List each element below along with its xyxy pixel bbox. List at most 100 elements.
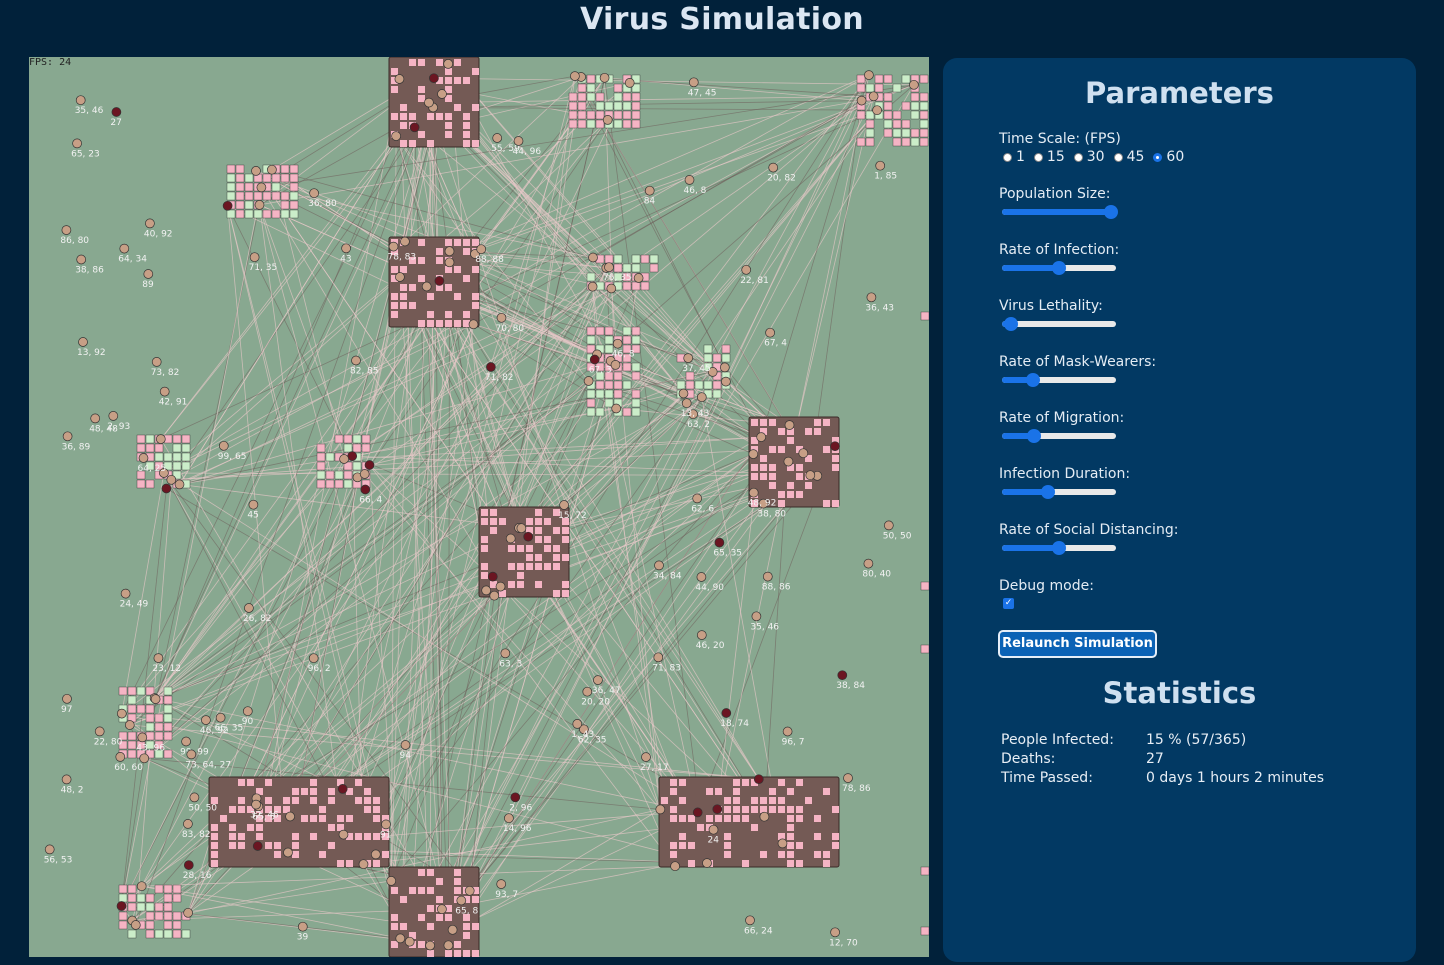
home-cell: [631, 398, 641, 408]
slider-thumb[interactable]: [1104, 205, 1119, 219]
building-cell: [823, 788, 830, 795]
person-debug-label: 36, 47: [592, 686, 621, 696]
building-cell: [265, 779, 272, 786]
building-cell: [760, 419, 767, 426]
parameter-slider[interactable]: [1002, 317, 1116, 331]
building-cell: [562, 581, 569, 588]
healthy-person: [748, 449, 759, 459]
simulation-canvas[interactable]: 67, 3 63, 2 48, 2 27, 17 35, 46 56, 53 46, 8 37…: [29, 57, 929, 957]
building-cell: [733, 797, 740, 804]
person: [242, 706, 253, 717]
relaunch-simulation-button[interactable]: Relaunch Simulation: [998, 630, 1157, 658]
connection-line: [615, 74, 870, 409]
home-cell: [145, 443, 155, 453]
home-cell: [694, 380, 704, 390]
home-cell: [883, 101, 893, 111]
time-scale-option-15[interactable]: 15: [1033, 149, 1065, 165]
healthy-person: [124, 720, 135, 730]
healthy-person: [395, 933, 406, 944]
slider-thumb[interactable]: [1040, 485, 1055, 499]
building-cell: [391, 914, 398, 921]
building-cell: [715, 815, 722, 822]
slider-thumb[interactable]: [1052, 541, 1066, 555]
time-scale-option-30[interactable]: 30: [1073, 149, 1105, 165]
radio-button[interactable]: [1003, 152, 1012, 162]
healthy-person: [633, 273, 644, 283]
building-cell: [238, 779, 245, 786]
person: [684, 175, 695, 185]
person: [559, 500, 569, 510]
radio-button[interactable]: [1073, 152, 1083, 162]
parameter-slider[interactable]: [1002, 485, 1116, 499]
parameter-slider[interactable]: [1002, 261, 1116, 275]
radio-button[interactable]: [1033, 152, 1043, 162]
building-cell: [760, 473, 767, 480]
debug-mode-checkbox[interactable]: ✓: [1003, 598, 1014, 609]
person: [78, 337, 88, 347]
parameter-slider[interactable]: [1002, 541, 1116, 555]
home-cell: [145, 929, 155, 939]
person: [644, 185, 655, 196]
radio-label: 1: [1016, 149, 1025, 165]
home-cell: [568, 101, 578, 111]
infected-person: [429, 73, 439, 84]
radio-button[interactable]: [1113, 152, 1123, 162]
building-cell: [823, 500, 830, 507]
time-scale-option-1[interactable]: 1: [1003, 149, 1025, 165]
building-cell: [787, 437, 794, 444]
healthy-person: [338, 829, 349, 840]
person: [351, 355, 361, 366]
home-cell: [865, 119, 875, 129]
healthy-person: [702, 858, 712, 868]
home-cell: [253, 191, 263, 201]
home-cell: [622, 362, 632, 372]
time-scale-option-45[interactable]: 45: [1113, 149, 1144, 165]
building-cell: [436, 59, 443, 66]
person-debug-label: 63, 2: [687, 420, 710, 430]
building-cell: [724, 833, 731, 840]
person-debug-label: 46, 20: [696, 641, 725, 651]
home-cell: [235, 164, 245, 174]
home-cell: [919, 137, 929, 147]
time-scale-option-60[interactable]: 60: [1153, 149, 1184, 165]
person-debug-label: 27, 17: [640, 763, 669, 773]
parameter-slider[interactable]: [1002, 429, 1116, 443]
building-cell: [445, 68, 452, 75]
home-cell: [172, 893, 182, 903]
parameter-slider[interactable]: [1002, 205, 1119, 219]
home-cell: [145, 479, 155, 489]
slider-thumb[interactable]: [1026, 429, 1041, 443]
building-cell: [679, 815, 686, 822]
home-cell: [883, 128, 893, 138]
home-cell: [127, 749, 137, 759]
building-cell: [409, 113, 416, 120]
slider-thumb[interactable]: [1025, 373, 1040, 387]
radio-label: 30: [1086, 149, 1105, 165]
home-cell: [604, 326, 614, 336]
person-debug-label: 45: [247, 511, 258, 521]
home-cell: [604, 254, 614, 264]
building-cell: [382, 851, 389, 858]
slider-thumb[interactable]: [1052, 261, 1066, 275]
building-cell: [445, 950, 452, 957]
building-cell: [679, 842, 686, 849]
building-cell: [373, 815, 380, 822]
home-cell: [136, 686, 146, 696]
parameter-slider[interactable]: [1002, 373, 1116, 387]
person: [751, 611, 762, 622]
home-cell: [118, 686, 128, 696]
building-cell: [409, 302, 416, 309]
slider-thumb[interactable]: [1004, 317, 1019, 331]
infected-person: [161, 483, 172, 494]
home-cell: [289, 191, 299, 201]
building-cell: [688, 860, 695, 867]
building-cell: [427, 311, 434, 318]
home-cell: [280, 200, 290, 210]
building-cell: [715, 788, 722, 795]
building-cell: [211, 824, 218, 831]
radio-button[interactable]: [1153, 152, 1163, 162]
healthy-person: [150, 694, 161, 704]
parameters-heading: Parameters: [1085, 76, 1274, 110]
building-cell: [508, 581, 515, 588]
home-cell: [631, 389, 641, 399]
